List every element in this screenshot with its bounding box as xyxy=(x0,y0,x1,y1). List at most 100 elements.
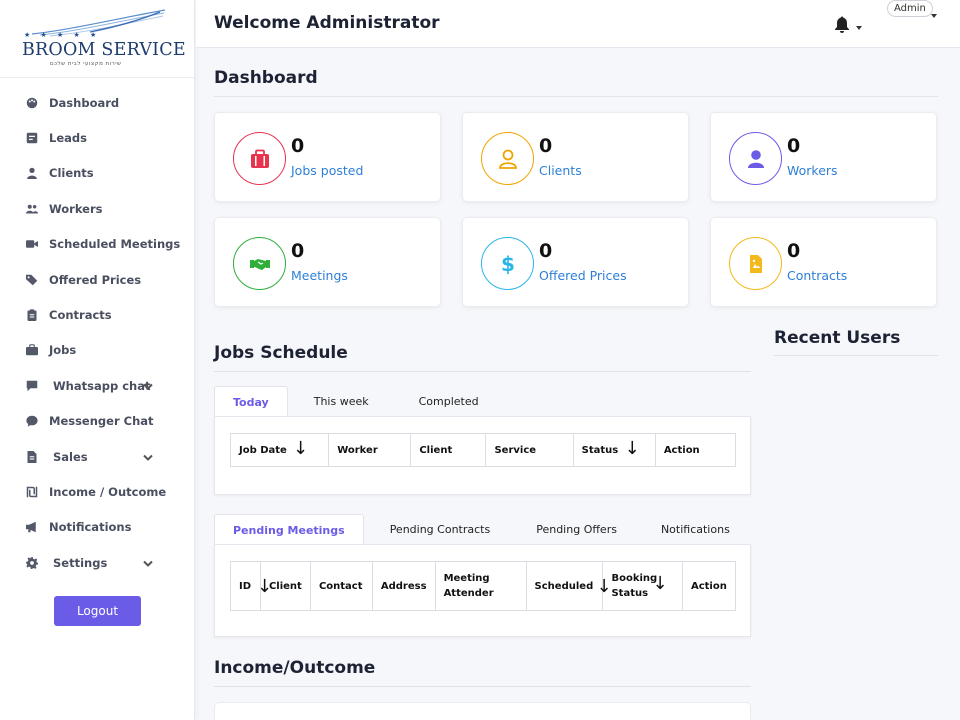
sidebar-item-label: Messenger Chat xyxy=(49,414,154,429)
sort-arrow-icon[interactable]: ↓ xyxy=(652,575,667,593)
stat-value: 0 xyxy=(787,135,801,157)
sidebar-item-label: Whatsapp chat xyxy=(53,378,151,393)
sidebar-item-messenger-chat[interactable]: Messenger Chat xyxy=(0,404,195,439)
stat-label[interactable]: Clients xyxy=(539,163,582,178)
notifications-dropdown-caret[interactable] xyxy=(856,26,862,30)
jobs-schedule-table: Job Date ↓ Worker Client Service Status ↓ … xyxy=(229,433,737,467)
tab-pending-offers[interactable]: Pending Offers xyxy=(512,514,639,545)
column-label: ID xyxy=(239,580,252,592)
column-header-booking-status[interactable]: Booking Status ↓ xyxy=(602,561,683,611)
sidebar: ★ ★ ★ ★ ★ BROOM SERVICE שירות מקצועי לבי… xyxy=(0,0,195,720)
stat-value: 0 xyxy=(539,135,553,157)
column-header-client[interactable]: Client xyxy=(410,433,487,467)
sidebar-item-leads[interactable]: Leads xyxy=(0,120,195,155)
income-outcome-title: Income/Outcome xyxy=(214,658,376,678)
messenger-icon xyxy=(26,415,38,427)
tab-today[interactable]: Today xyxy=(214,386,288,417)
chat-icon xyxy=(26,380,38,392)
sidebar-item-label: Workers xyxy=(49,201,103,216)
column-header-action[interactable]: Action xyxy=(681,561,737,611)
tab-pending-contracts[interactable]: Pending Contracts xyxy=(364,514,513,545)
sidebar-nav: Dashboard Leads Clients Workers Schedule… xyxy=(0,85,195,580)
stat-label[interactable]: Workers xyxy=(787,163,838,178)
tab-pending-meetings[interactable]: Pending Meetings xyxy=(214,514,364,545)
sort-arrow-icon[interactable]: ↓ xyxy=(625,438,640,459)
stat-card-offered-prices[interactable]: $ 0 Offered Prices xyxy=(462,217,689,307)
chevron-down-icon[interactable] xyxy=(143,553,153,572)
sidebar-item-clients[interactable]: Clients xyxy=(0,156,195,191)
palette-icon xyxy=(26,97,38,109)
column-header-meeting-attender[interactable]: Meeting Attender xyxy=(434,561,527,611)
sidebar-item-notifications[interactable]: Notifications xyxy=(0,510,195,545)
stat-card-clients[interactable]: 0 Clients xyxy=(462,112,689,202)
tab-this-week[interactable]: This week xyxy=(288,386,395,417)
sidebar-item-sales[interactable]: Sales xyxy=(0,439,195,474)
svg-text:$: $ xyxy=(501,253,515,275)
bell-icon[interactable] xyxy=(834,16,850,37)
brand-subtitle: שירות מקצועי לבית שלכם xyxy=(50,61,122,67)
sidebar-item-scheduled-meetings[interactable]: Scheduled Meetings xyxy=(0,227,195,262)
column-header-id[interactable]: ID ↓ xyxy=(230,561,272,611)
stat-card-contracts[interactable]: 0 Contracts xyxy=(710,217,937,307)
sort-arrow-icon[interactable]: ↓ xyxy=(293,438,308,459)
sidebar-item-offered-prices[interactable]: Offered Prices xyxy=(0,262,195,297)
stat-label[interactable]: Offered Prices xyxy=(539,268,627,283)
column-label: Status xyxy=(581,444,619,456)
admin-dropdown-caret[interactable] xyxy=(931,14,937,18)
sidebar-item-label: Jobs xyxy=(49,343,77,358)
logout-button[interactable]: Logout xyxy=(54,596,141,626)
admin-menu[interactable]: Admin xyxy=(887,0,933,17)
meetings-panel: ID ↓ Client Contact Address Meeting Atten… xyxy=(214,544,751,637)
stat-label[interactable]: Meetings xyxy=(291,268,348,283)
divider xyxy=(214,371,751,372)
stat-label[interactable]: Jobs posted xyxy=(291,163,363,178)
tab-completed[interactable]: Completed xyxy=(395,386,497,417)
stat-card-jobs-posted[interactable]: 0 Jobs posted xyxy=(214,112,441,202)
column-header-address[interactable]: Address xyxy=(371,561,436,611)
megaphone-icon xyxy=(26,521,38,533)
user-icon xyxy=(729,132,782,185)
chevron-down-icon[interactable] xyxy=(143,447,153,466)
sidebar-item-label: Contracts xyxy=(49,308,112,323)
column-header-job-date[interactable]: Job Date ↓ xyxy=(229,433,330,467)
briefcase-icon xyxy=(233,132,286,185)
column-header-status[interactable]: Status ↓ xyxy=(572,433,656,467)
divider xyxy=(214,96,938,97)
meetings-table: ID ↓ Client Contact Address Meeting Atten… xyxy=(230,561,737,611)
column-label: Scheduled xyxy=(534,580,594,592)
brand-stars: ★ ★ ★ ★ ★ xyxy=(24,31,101,39)
stat-card-workers[interactable]: 0 Workers xyxy=(710,112,937,202)
income-outcome-panel xyxy=(214,702,751,720)
sidebar-item-workers[interactable]: Workers xyxy=(0,191,195,226)
sidebar-item-jobs[interactable]: Jobs xyxy=(0,333,195,368)
stat-value: 0 xyxy=(787,240,801,262)
tab-notifications[interactable]: Notifications xyxy=(639,514,748,545)
stat-card-meetings[interactable]: 0 Meetings xyxy=(214,217,441,307)
sidebar-item-dashboard[interactable]: Dashboard xyxy=(0,85,195,120)
column-header-client[interactable]: Client xyxy=(259,561,311,611)
sidebar-item-settings[interactable]: Settings xyxy=(0,545,195,580)
column-header-action[interactable]: Action xyxy=(654,433,737,467)
column-header-worker[interactable]: Worker xyxy=(328,433,412,467)
column-header-service[interactable]: Service xyxy=(485,433,574,467)
stat-label[interactable]: Contracts xyxy=(787,268,847,283)
column-label: Job Date xyxy=(239,444,287,456)
brand-logo[interactable]: ★ ★ ★ ★ ★ BROOM SERVICE שירות מקצועי לבי… xyxy=(0,0,194,78)
divider xyxy=(214,686,751,687)
sidebar-item-whatsapp-chat[interactable]: Whatsapp chat xyxy=(0,368,195,403)
recent-users-title: Recent Users xyxy=(774,328,901,348)
sidebar-item-income-outcome[interactable]: Income / Outcome xyxy=(0,474,195,509)
sidebar-item-label: Sales xyxy=(53,449,88,464)
page-title: Welcome Administrator xyxy=(214,13,440,33)
column-header-contact[interactable]: Contact xyxy=(309,561,373,611)
sidebar-item-label: Scheduled Meetings xyxy=(49,237,181,252)
column-header-scheduled[interactable]: Scheduled ↓ xyxy=(525,561,612,611)
sidebar-item-contracts[interactable]: Contracts xyxy=(0,297,195,332)
chevron-down-icon[interactable] xyxy=(143,376,153,395)
topbar: Welcome Administrator Admin xyxy=(196,0,960,48)
briefcase-icon xyxy=(26,344,38,356)
stat-value: 0 xyxy=(539,240,553,262)
brand-name: BROOM SERVICE xyxy=(22,40,186,60)
sidebar-item-label: Income / Outcome xyxy=(49,484,167,499)
sidebar-item-label: Settings xyxy=(53,555,108,570)
